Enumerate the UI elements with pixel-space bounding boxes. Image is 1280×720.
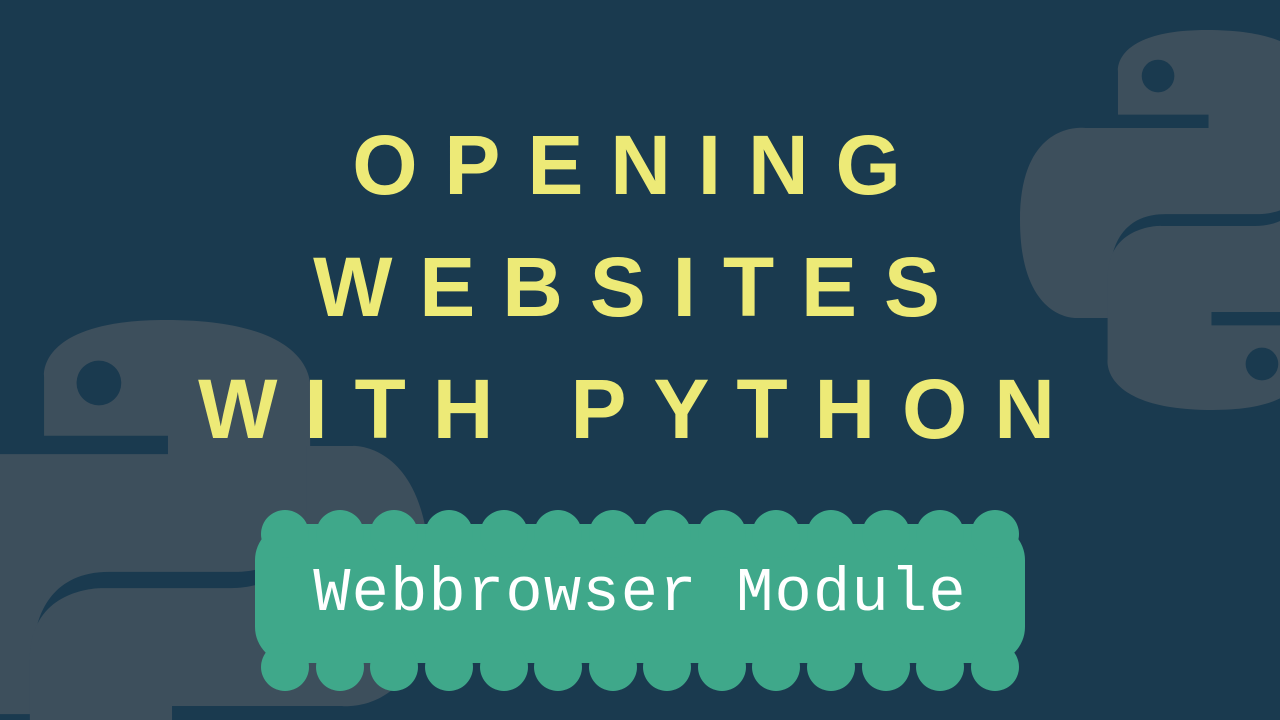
subtitle-text: Webbrowser Module bbox=[255, 524, 1025, 663]
title-line-1: OPENING WEBSITES bbox=[40, 105, 1240, 349]
subtitle-pill: Webbrowser Module bbox=[255, 524, 1025, 663]
slide-title: OPENING WEBSITES WITH PYTHON bbox=[0, 105, 1280, 470]
slide-content: OPENING WEBSITES WITH PYTHON Webbrowser … bbox=[0, 0, 1280, 720]
title-line-2: WITH PYTHON bbox=[40, 349, 1240, 471]
